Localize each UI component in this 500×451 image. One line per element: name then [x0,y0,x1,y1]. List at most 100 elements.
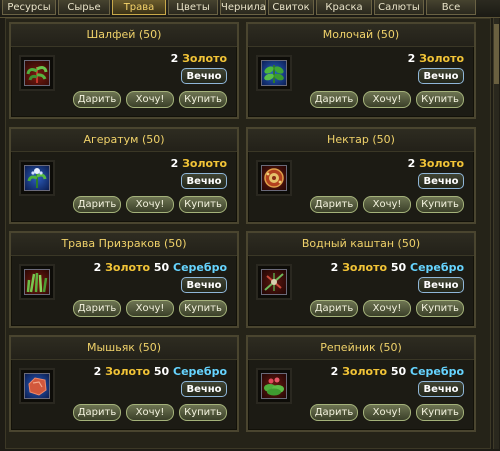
gift-button[interactable]: Дарить [310,300,358,317]
item-title: Мышьяк (50) [11,337,237,360]
gift-button[interactable]: Дарить [73,91,121,108]
price-label: 2 Золото 50 Серебро [331,365,464,379]
tab-raw[interactable]: Сырье [58,0,110,15]
item-slot[interactable] [256,55,292,91]
duration-badge: Вечно [181,68,227,84]
gift-button[interactable]: Дарить [73,404,121,421]
shop-item-card: Шалфей (50) 2 Золото Вечно Дарить Хочу! … [9,22,239,119]
duration-badge: Вечно [181,381,227,397]
tab-resources[interactable]: Ресурсы [2,0,56,15]
buy-button[interactable]: Купить [179,404,227,421]
gold-amount: 2 [93,261,102,274]
gift-button[interactable]: Дарить [310,196,358,213]
gold-amount: 2 [407,157,416,170]
gift-button[interactable]: Дарить [310,404,358,421]
buy-button[interactable]: Купить [416,196,464,213]
gold-currency: Золото [419,157,464,170]
buy-button[interactable]: Купить [179,300,227,317]
buy-button[interactable]: Купить [416,404,464,421]
ageratum-herb-icon [27,168,47,188]
arsenic-icon [28,377,47,396]
buy-button[interactable]: Купить [179,196,227,213]
buy-button[interactable]: Купить [416,91,464,108]
tab-all[interactable]: Все [426,0,476,15]
wish-button[interactable]: Хочу! [126,196,174,213]
gold-currency: Золото [182,157,227,170]
silver-amount: 50 [390,365,407,378]
price-label: 2 Золото 50 Серебро [94,365,227,379]
item-title: Молочай (50) [248,24,474,47]
silver-amount: 50 [153,261,170,274]
sage-herb-icon [26,66,48,83]
silver-currency: Серебро [173,261,227,274]
gold-currency: Золото [342,261,388,274]
burdock-icon [264,377,284,396]
gold-amount: 2 [170,52,179,65]
item-slot[interactable] [19,368,55,404]
item-slot[interactable] [19,160,55,196]
tab-scroll[interactable]: Свиток [268,0,314,15]
gift-button[interactable]: Дарить [73,196,121,213]
gold-currency: Золото [419,52,464,65]
duration-badge: Вечно [418,173,464,189]
shop-item-card: Нектар (50) 2 Золото Вечно Дарить Хочу! … [246,127,476,224]
tab-fireworks[interactable]: Салюты [374,0,424,15]
gift-button[interactable]: Дарить [73,300,121,317]
gold-amount: 2 [330,261,339,274]
shop-item-card: Молочай (50) 2 Золото Вечно Дарить Хочу!… [246,22,476,119]
silver-amount: 50 [390,261,407,274]
buy-button[interactable]: Купить [416,300,464,317]
price-label: 2 Золото [171,157,227,171]
shop-item-grid: Шалфей (50) 2 Золото Вечно Дарить Хочу! … [5,18,491,449]
gold-amount: 2 [407,52,416,65]
item-slot[interactable] [19,264,55,300]
gift-button[interactable]: Дарить [310,91,358,108]
shop-item-card: Репейник (50) 2 Золото 50 Серебро Вечно … [246,335,476,432]
shop-item-card: Водный каштан (50) 2 Золото 50 Серебро В… [246,231,476,328]
wish-button[interactable]: Хочу! [363,196,411,213]
tab-ink[interactable]: Чернила [220,0,266,15]
water-chestnut-icon [264,273,284,291]
wish-button[interactable]: Хочу! [126,404,174,421]
tab-flowers[interactable]: Цветы [168,0,218,15]
wish-button[interactable]: Хочу! [126,300,174,317]
duration-badge: Вечно [418,68,464,84]
item-slot[interactable] [256,264,292,300]
spurge-herb-icon [264,65,284,83]
item-title: Шалфей (50) [11,24,237,47]
item-title: Нектар (50) [248,129,474,152]
wish-button[interactable]: Хочу! [363,300,411,317]
item-title: Водный каштан (50) [248,233,474,256]
wish-button[interactable]: Хочу! [126,91,174,108]
price-label: 2 Золото 50 Серебро [331,261,464,275]
item-title: Трава Призраков (50) [11,233,237,256]
gold-amount: 2 [93,365,102,378]
gold-currency: Золото [342,365,388,378]
wish-button[interactable]: Хочу! [363,91,411,108]
item-title: Репейник (50) [248,337,474,360]
item-slot[interactable] [256,160,292,196]
duration-badge: Вечно [181,277,227,293]
tab-paint[interactable]: Краска [316,0,372,15]
buy-button[interactable]: Купить [179,91,227,108]
price-label: 2 Золото [171,52,227,66]
wish-button[interactable]: Хочу! [363,404,411,421]
scrollbar-thumb[interactable] [494,24,499,84]
item-slot[interactable] [19,55,55,91]
price-label: 2 Золото [408,157,464,171]
silver-currency: Серебро [410,261,464,274]
item-slot[interactable] [256,368,292,404]
price-label: 2 Золото [408,52,464,66]
nectar-icon [264,168,284,188]
vertical-scrollbar[interactable] [493,18,499,449]
silver-currency: Серебро [410,365,464,378]
tab-herbs[interactable]: Трава [112,0,166,15]
shop-item-card: Трава Призраков (50) 2 Золото 50 Серебро… [9,231,239,328]
shop-item-card: Агератум (50) 2 Золото Вечно Дарить Хочу… [9,127,239,224]
price-label: 2 Золото 50 Серебро [94,261,227,275]
gold-amount: 2 [170,157,179,170]
shop-item-card: Мышьяк (50) 2 Золото 50 Серебро Вечно Да… [9,335,239,432]
gold-currency: Золото [105,365,151,378]
duration-badge: Вечно [181,173,227,189]
category-tab-bar: Ресурсы Сырье Трава Цветы Чернила Свиток… [0,0,500,18]
